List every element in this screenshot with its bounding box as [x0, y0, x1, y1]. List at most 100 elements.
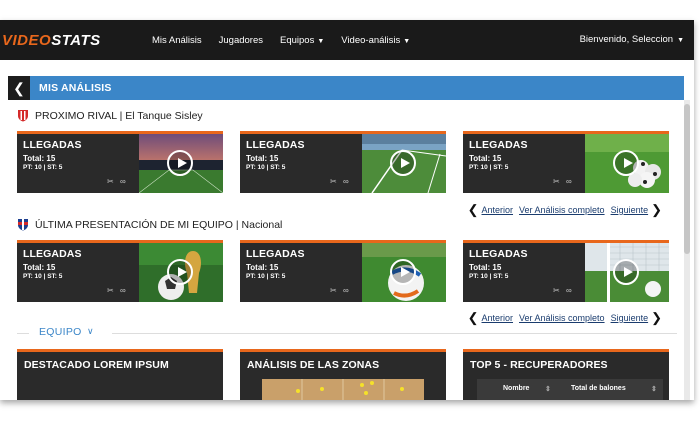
- card-total: Total: 15: [469, 263, 502, 272]
- card-total: Total: 15: [23, 263, 56, 272]
- card-total: Total: 15: [469, 154, 502, 163]
- nav-video-analisis-label: Video-análisis: [341, 34, 401, 46]
- sort-icon[interactable]: ⇕: [651, 385, 657, 393]
- widget-destacado[interactable]: DESTACADO LOREM IPSUM: [17, 349, 223, 400]
- pager: ❮ Anterior Ver Análisis completo Siguien…: [468, 202, 662, 218]
- analysis-card[interactable]: LLEGADAS Total: 15 PT: 10 | ST: 5 ✂ ∞: [17, 131, 223, 193]
- table-header-total[interactable]: Total de balones: [571, 385, 626, 392]
- nav-equipos-label: Equipos: [280, 34, 315, 46]
- caret-down-icon: ▼: [677, 37, 684, 44]
- pager-prev-link[interactable]: Anterior: [482, 205, 514, 215]
- zones-court-map: [262, 379, 424, 400]
- top-navbar: VIDEOSTATS Mis Análisis Jugadores Equipo…: [0, 20, 694, 60]
- pager-all-link[interactable]: Ver Análisis completo: [519, 205, 605, 215]
- play-icon[interactable]: [613, 259, 639, 285]
- widget-analisis-zonas[interactable]: ANÁLISIS DE LAS ZONAS: [240, 349, 446, 400]
- link-icon[interactable]: ∞: [343, 177, 351, 186]
- team-shield-icon: [17, 218, 29, 231]
- video-thumbnail[interactable]: [585, 243, 669, 302]
- nav-mis-analisis[interactable]: Mis Análisis: [152, 35, 202, 46]
- pager-next-link[interactable]: Siguiente: [611, 205, 649, 215]
- card-subtotal: PT: 10 | ST: 5: [469, 164, 509, 171]
- panel-title: MIS ANÁLISIS: [39, 82, 112, 94]
- card-subtotal: PT: 10 | ST: 5: [246, 164, 286, 171]
- scissors-icon[interactable]: ✂: [107, 177, 116, 186]
- chevron-left-icon: ❮: [13, 79, 25, 96]
- card-title: LLEGADAS: [469, 139, 528, 151]
- card-subtotal: PT: 10 | ST: 5: [469, 273, 509, 280]
- analysis-card[interactable]: LLEGADAS Total: 15 PT: 10 | ST: 5 ✂ ∞: [463, 131, 669, 193]
- user-menu[interactable]: Bienvenido, Seleccion ▼: [580, 34, 684, 45]
- link-icon[interactable]: ∞: [120, 177, 128, 186]
- pager-all-link[interactable]: Ver Análisis completo: [519, 313, 605, 323]
- chevron-right-icon[interactable]: ❯: [651, 202, 662, 218]
- section-title: PROXIMO RIVAL | El Tanque Sisley: [35, 109, 203, 122]
- section-title: ÚLTIMA PRESENTACIÓN DE MI EQUIPO | Nacio…: [35, 218, 283, 231]
- video-thumbnail[interactable]: [362, 243, 446, 302]
- analysis-card[interactable]: LLEGADAS Total: 15 PT: 10 | ST: 5 ✂ ∞: [240, 240, 446, 302]
- scissors-icon[interactable]: ✂: [553, 177, 562, 186]
- play-icon[interactable]: [167, 150, 193, 176]
- scissors-icon[interactable]: ✂: [330, 177, 339, 186]
- chevron-down-icon: ∨: [87, 326, 94, 336]
- widget-title: ANÁLISIS DE LAS ZONAS: [247, 359, 380, 371]
- panel-header: ❮ MIS ANÁLISIS: [8, 76, 684, 100]
- card-title: LLEGADAS: [23, 139, 82, 151]
- card-tools: ✂ ∞: [330, 177, 351, 186]
- caret-down-icon: ▼: [403, 37, 411, 45]
- section-ultima-presentacion: ÚLTIMA PRESENTACIÓN DE MI EQUIPO | Nacio…: [17, 218, 282, 231]
- sort-icon[interactable]: ⇕: [545, 385, 551, 393]
- card-total: Total: 15: [246, 154, 279, 163]
- scissors-icon[interactable]: ✂: [330, 286, 339, 295]
- back-button[interactable]: ❮: [8, 76, 30, 100]
- analysis-card[interactable]: LLEGADAS Total: 15 PT: 10 | ST: 5 ✂ ∞: [463, 240, 669, 302]
- scrollbar-thumb[interactable]: [684, 104, 690, 254]
- scissors-icon[interactable]: ✂: [107, 286, 116, 295]
- pager-prev-link[interactable]: Anterior: [482, 313, 514, 323]
- link-icon[interactable]: ∞: [343, 286, 351, 295]
- user-greeting: Bienvenido, Seleccion: [579, 34, 674, 45]
- widget-title: TOP 5 - RECUPERADORES: [470, 359, 608, 371]
- link-icon[interactable]: ∞: [566, 177, 574, 186]
- logo[interactable]: VIDEOSTATS: [2, 32, 152, 49]
- card-subtotal: PT: 10 | ST: 5: [23, 164, 63, 171]
- scissors-icon[interactable]: ✂: [553, 286, 562, 295]
- card-tools: ✂ ∞: [107, 177, 128, 186]
- video-thumbnail[interactable]: [585, 134, 669, 193]
- nav-jugadores[interactable]: Jugadores: [219, 35, 263, 46]
- link-icon[interactable]: ∞: [566, 286, 574, 295]
- link-icon[interactable]: ∞: [120, 286, 128, 295]
- video-thumbnail[interactable]: [139, 134, 223, 193]
- table-header-nombre[interactable]: Nombre: [503, 385, 529, 392]
- play-icon[interactable]: [390, 259, 416, 285]
- app-window: VIDEOSTATS Mis Análisis Jugadores Equipo…: [0, 20, 694, 400]
- widget-top5-recuperadores[interactable]: TOP 5 - RECUPERADORES Nombre ⇕ Total de …: [463, 349, 669, 400]
- play-icon[interactable]: [167, 259, 193, 285]
- logo-part-video: VIDEO: [2, 31, 52, 49]
- card-title: LLEGADAS: [246, 248, 305, 260]
- chevron-left-icon[interactable]: ❮: [468, 202, 479, 218]
- team-shield-icon: [17, 109, 29, 122]
- chevron-right-icon[interactable]: ❯: [651, 310, 662, 326]
- nav-equipos[interactable]: Equipos ▼: [280, 35, 324, 46]
- card-tools: ✂ ∞: [330, 286, 351, 295]
- card-title: LLEGADAS: [23, 248, 82, 260]
- pager: ❮ Anterior Ver Análisis completo Siguien…: [468, 310, 662, 326]
- divider: [112, 333, 677, 334]
- pager-next-link[interactable]: Siguiente: [611, 313, 649, 323]
- play-icon[interactable]: [390, 150, 416, 176]
- card-title: LLEGADAS: [246, 139, 305, 151]
- nav-video-analisis[interactable]: Video-análisis ▼: [341, 35, 410, 46]
- card-tools: ✂ ∞: [553, 286, 574, 295]
- play-icon[interactable]: [613, 150, 639, 176]
- scrollbar[interactable]: [684, 100, 690, 400]
- chevron-left-icon[interactable]: ❮: [468, 310, 479, 326]
- equipo-toggle[interactable]: EQUIPO ∨: [17, 326, 677, 340]
- analysis-card[interactable]: LLEGADAS Total: 15 PT: 10 | ST: 5 ✂ ∞: [17, 240, 223, 302]
- card-subtotal: PT: 10 | ST: 5: [23, 273, 63, 280]
- video-thumbnail[interactable]: [362, 134, 446, 193]
- analysis-card[interactable]: LLEGADAS Total: 15 PT: 10 | ST: 5 ✂ ∞: [240, 131, 446, 193]
- video-thumbnail[interactable]: [139, 243, 223, 302]
- section-proximo-rival: PROXIMO RIVAL | El Tanque Sisley: [17, 109, 203, 122]
- divider: [17, 333, 29, 334]
